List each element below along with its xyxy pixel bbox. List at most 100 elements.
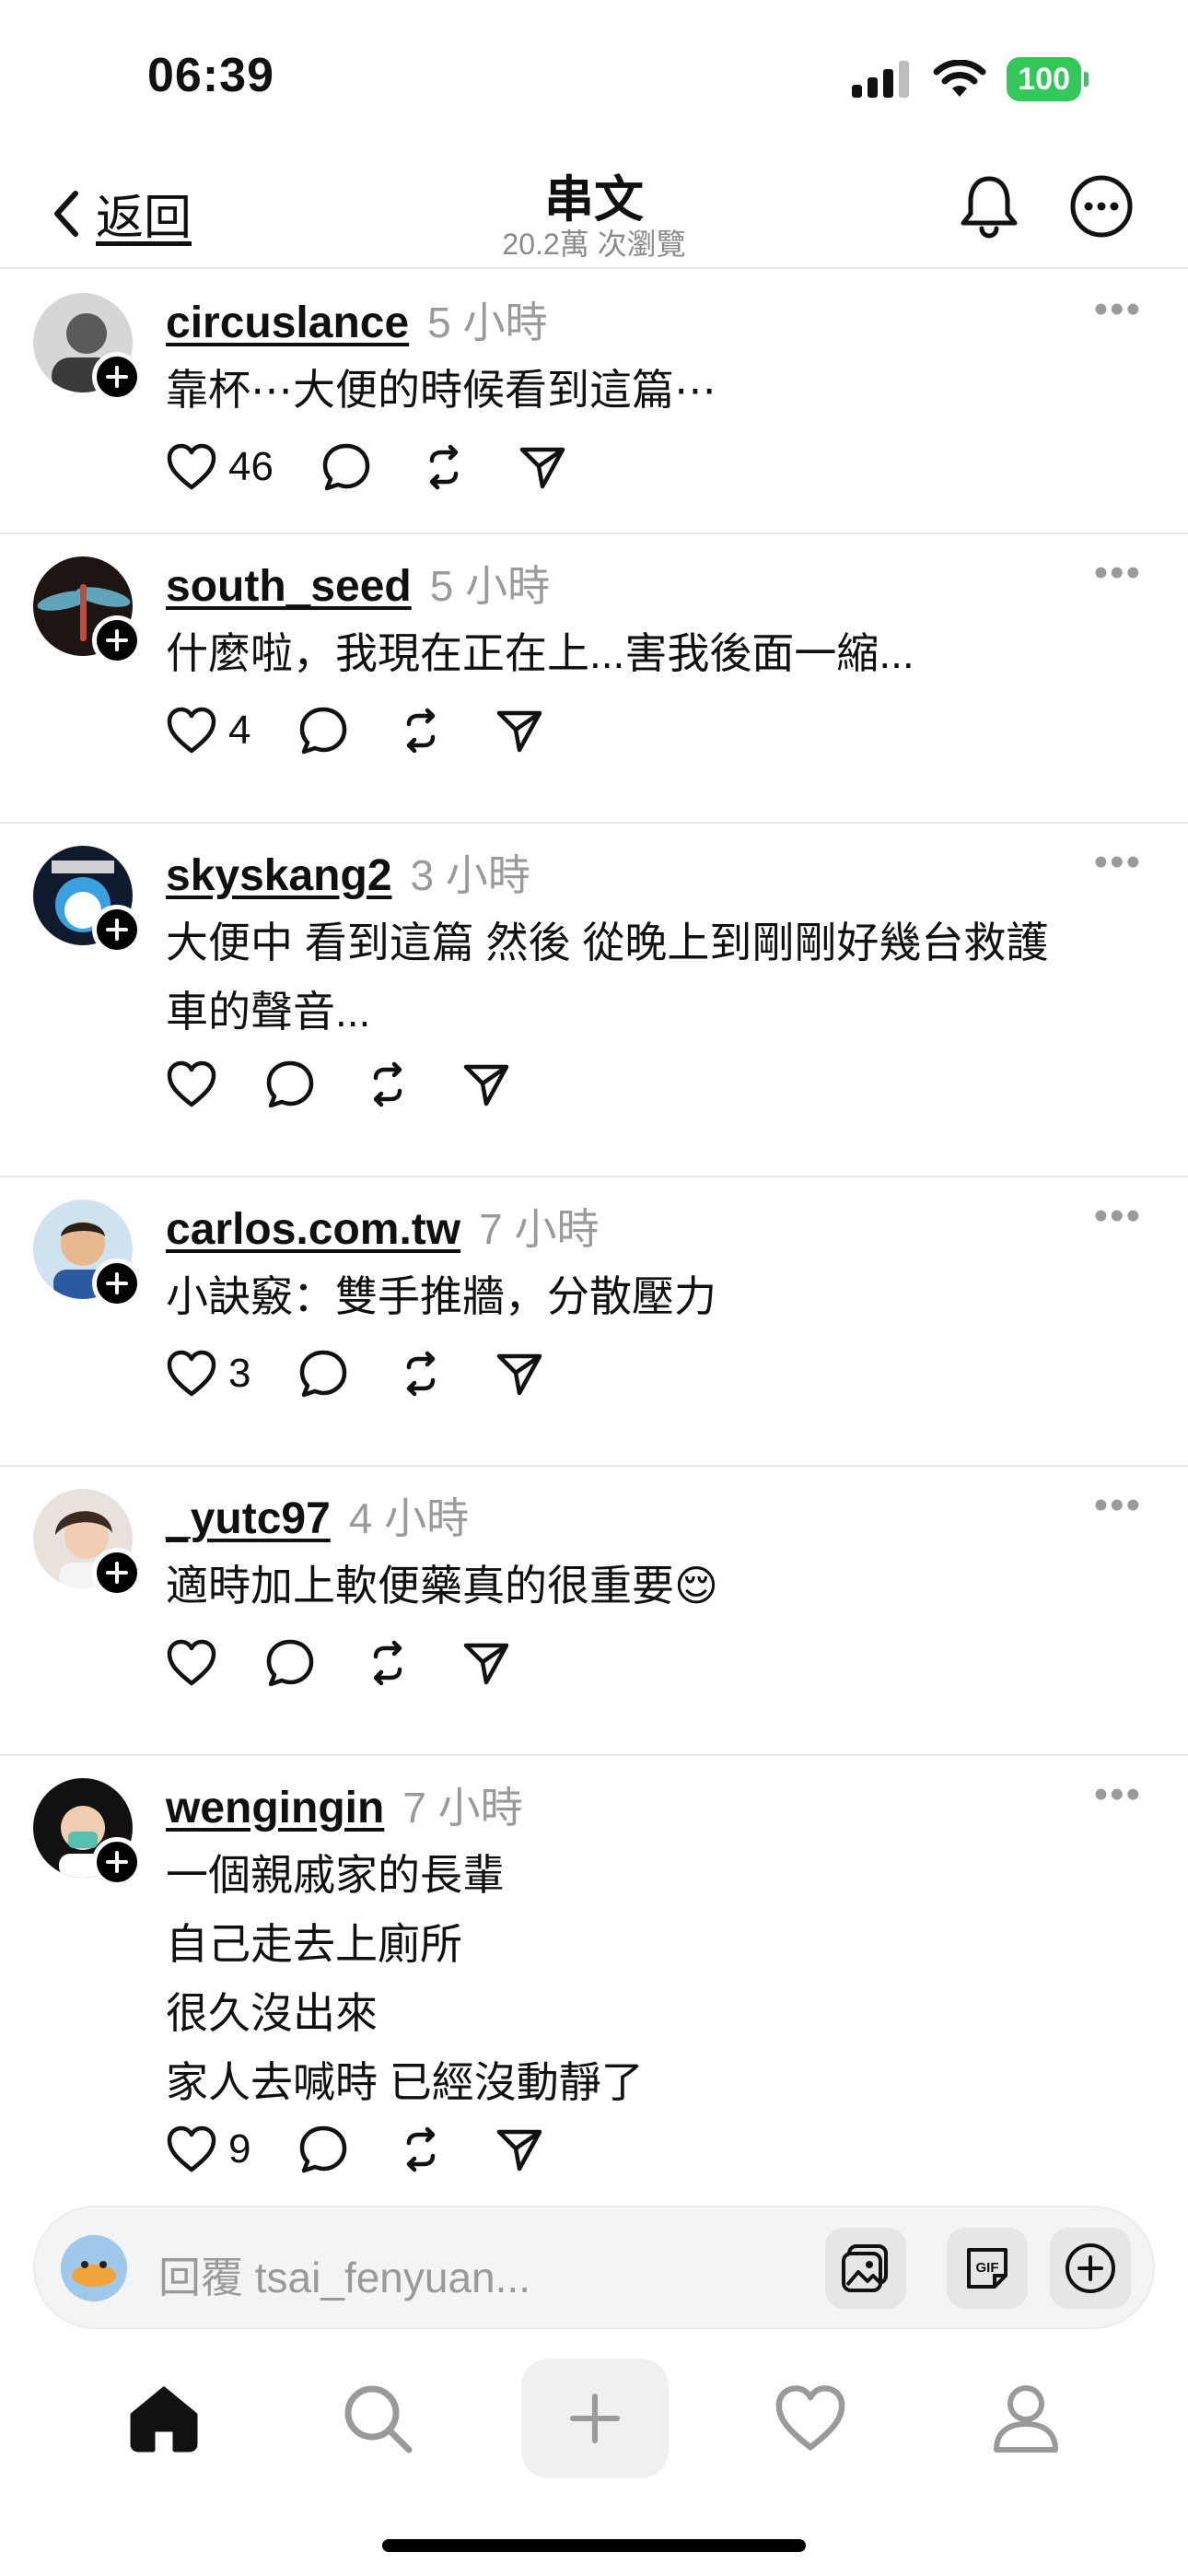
like-button[interactable]: [166, 1060, 217, 1108]
post-text: 小訣竅：雙手推牆，分散壓力: [166, 1272, 716, 1320]
like-button[interactable]: 3: [166, 1350, 250, 1398]
comment-button[interactable]: [321, 442, 371, 492]
attach-image-button[interactable]: [825, 2228, 906, 2309]
plus-icon: [570, 2394, 620, 2443]
comment-icon: [300, 707, 347, 755]
like-count: 4: [228, 708, 251, 753]
post-timestamp: 3 小時: [410, 851, 530, 899]
repost-icon: [407, 2126, 436, 2172]
like-button[interactable]: 9: [166, 2125, 250, 2173]
share-button[interactable]: [460, 1060, 510, 1109]
reply-post: wengingin 7 小時 ••• 一個親戚家的長輩 自己走去上廁所 很久沒出…: [0, 1756, 1188, 2206]
reply-feed: circuslance 5 小時 ••• 靠杯⋯大便的時候看到這篇⋯ 46 so…: [0, 271, 1188, 2206]
like-button[interactable]: 4: [166, 707, 250, 755]
repost-button[interactable]: [363, 1638, 413, 1688]
share-button[interactable]: [494, 706, 543, 755]
status-icons: 100: [852, 57, 1089, 101]
post-more-button[interactable]: •••: [1094, 1485, 1142, 1526]
profile-icon: [994, 2385, 1058, 2453]
reply-post: circuslance 5 小時 ••• 靠杯⋯大便的時候看到這篇⋯ 46: [0, 271, 1188, 534]
comment-button[interactable]: [265, 1060, 315, 1109]
avatar-container[interactable]: [33, 1489, 142, 1598]
attach-gif-button[interactable]: GIF: [947, 2228, 1028, 2309]
follow-button[interactable]: [92, 352, 142, 402]
repost-button[interactable]: [396, 706, 446, 755]
comment-button[interactable]: [298, 2125, 348, 2174]
avatar-container[interactable]: [33, 846, 142, 954]
like-button[interactable]: 46: [166, 443, 274, 491]
gif-icon: GIF: [967, 2248, 1007, 2289]
post-more-button[interactable]: •••: [1094, 289, 1142, 330]
repost-button[interactable]: [396, 2125, 446, 2174]
tab-home[interactable]: [90, 2359, 238, 2478]
comment-button[interactable]: [298, 1349, 348, 1399]
like-button[interactable]: [166, 1639, 217, 1687]
username-link[interactable]: circuslance: [166, 298, 409, 348]
avatar-container[interactable]: [33, 556, 142, 665]
follow-button[interactable]: [92, 1548, 142, 1598]
share-button[interactable]: [517, 442, 566, 492]
username-link[interactable]: carlos.com.tw: [166, 1204, 460, 1255]
post-actions: 4: [166, 706, 591, 755]
comment-button[interactable]: [265, 1638, 315, 1688]
reply-post: _yutc97 4 小時 ••• 適時加上軟便藥真的很重要😌: [0, 1467, 1188, 1756]
heart-icon: [167, 1060, 216, 1107]
avatar-container[interactable]: [33, 1778, 142, 1887]
reply-input[interactable]: 回覆 tsai_fenyuan...: [158, 2244, 530, 2305]
repost-button[interactable]: [396, 1349, 446, 1399]
username-link[interactable]: south_seed: [166, 561, 412, 612]
repost-button[interactable]: [363, 1060, 413, 1109]
thread-header: 返回 串文 20.2萬 次瀏覽: [0, 147, 1188, 269]
share-button[interactable]: [460, 1638, 510, 1688]
share-button[interactable]: [494, 1349, 543, 1399]
plus-icon: [106, 366, 128, 388]
post-more-button[interactable]: •••: [1094, 842, 1142, 883]
heart-icon: [167, 443, 216, 490]
post-text: 一個親戚家的長輩 自己走去上廁所 很久沒出來 家人去喊時 已經沒動靜了: [166, 1851, 644, 2106]
battery-indicator: 100: [1007, 57, 1089, 101]
follow-button[interactable]: [92, 1837, 142, 1887]
heart-icon: [775, 2385, 845, 2451]
plus-icon: [106, 1851, 128, 1873]
reply-post: carlos.com.tw 7 小時 ••• 小訣竅：雙手推牆，分散壓力 3: [0, 1177, 1188, 1467]
plus-circle-icon: [1066, 2243, 1115, 2293]
username-link[interactable]: wengingin: [166, 1783, 384, 1833]
follow-button[interactable]: [92, 905, 142, 954]
post-text: 靠杯⋯大便的時候看到這篇⋯: [166, 366, 716, 414]
post-more-button[interactable]: •••: [1094, 1774, 1142, 1815]
post-timestamp: 7 小時: [402, 1784, 523, 1832]
post-header: _yutc97 4 小時: [166, 1485, 469, 1546]
like-count: 9: [228, 2126, 251, 2172]
tab-profile[interactable]: [952, 2359, 1100, 2478]
follow-button[interactable]: [92, 615, 142, 665]
like-count: 46: [228, 444, 274, 489]
send-icon: [497, 1353, 542, 1396]
avatar-container[interactable]: [33, 1200, 142, 1308]
plus-icon: [106, 1562, 128, 1584]
tab-compose[interactable]: [521, 2359, 669, 2478]
post-more-button[interactable]: •••: [1094, 553, 1142, 593]
username-link[interactable]: skyskang2: [166, 850, 392, 901]
more-options-icon[interactable]: [1068, 173, 1135, 240]
tab-search[interactable]: [304, 2359, 451, 2478]
bell-icon[interactable]: [958, 173, 1020, 240]
share-button[interactable]: [494, 2125, 543, 2174]
repost-button[interactable]: [419, 442, 469, 492]
post-more-button[interactable]: •••: [1094, 1196, 1142, 1236]
repost-icon: [407, 708, 436, 754]
repost-icon: [407, 1351, 436, 1397]
tab-activity[interactable]: [737, 2359, 884, 2478]
post-header: skyskang2 3 小時: [166, 842, 530, 903]
heart-icon: [167, 2125, 216, 2172]
username-link[interactable]: _yutc97: [166, 1493, 331, 1544]
reply-composer[interactable]: 回覆 tsai_fenyuan... GIF: [33, 2206, 1155, 2329]
search-icon: [344, 2385, 413, 2453]
comment-button[interactable]: [298, 706, 348, 755]
follow-button[interactable]: [92, 1259, 142, 1308]
comment-icon: [266, 1639, 314, 1687]
more-attachments-button[interactable]: [1050, 2228, 1131, 2309]
repost-icon: [429, 444, 459, 490]
plus-icon: [106, 919, 128, 941]
avatar-container[interactable]: [33, 293, 142, 402]
reply-post: south_seed 5 小時 ••• 什麼啦，我現在正在上...害我後面一縮.…: [0, 534, 1188, 824]
